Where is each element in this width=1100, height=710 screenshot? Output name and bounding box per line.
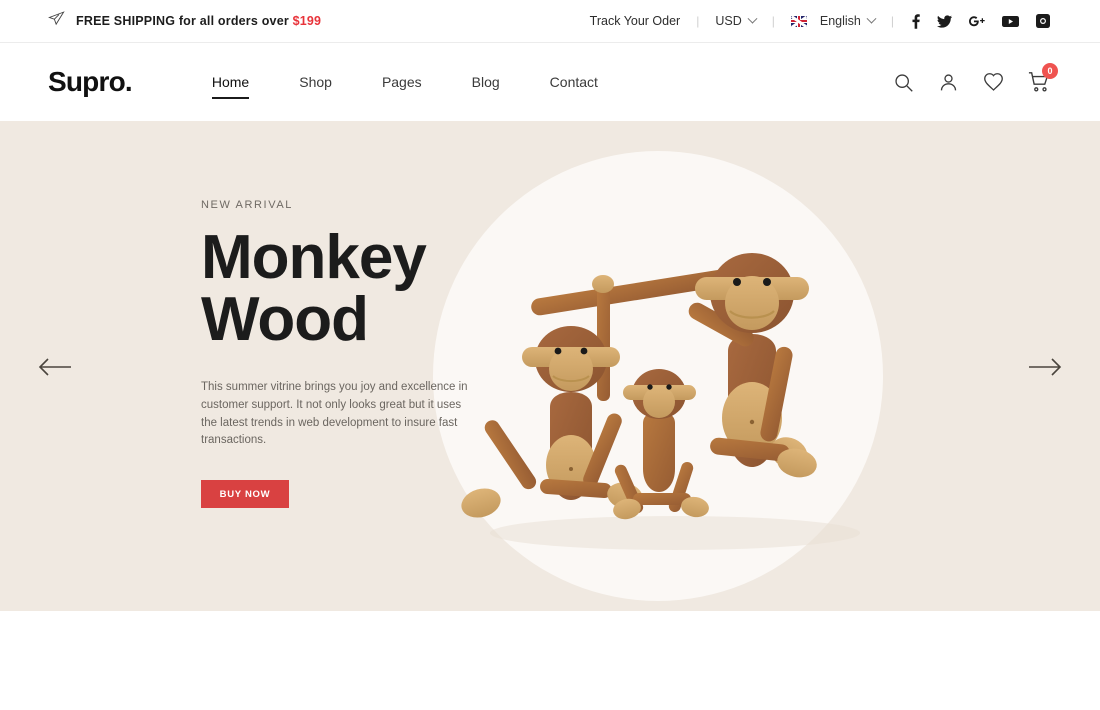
social-links xyxy=(912,13,1050,29)
separator-2: | xyxy=(771,14,775,28)
page-title: Monkey Wood xyxy=(201,227,476,351)
main-header: Supro. Home Shop Pages Blog Contact 0 xyxy=(0,43,1100,121)
shipping-label: FREE SHIPPING for all orders over xyxy=(76,14,293,28)
uk-flag-icon xyxy=(790,15,807,27)
hero-eyebrow: NEW ARRIVAL xyxy=(201,199,293,211)
arrow-left-icon[interactable] xyxy=(38,356,72,381)
hero-product-image xyxy=(445,181,885,586)
language-label: English xyxy=(819,14,861,28)
language-selector[interactable]: English xyxy=(790,13,877,28)
shipping-amount: $199 xyxy=(292,14,322,28)
youtube-icon[interactable] xyxy=(1002,15,1019,28)
site-logo[interactable]: Supro. xyxy=(48,66,133,98)
separator-1: | xyxy=(696,14,700,28)
currency-selector[interactable]: USD xyxy=(715,13,758,28)
cart-icon[interactable]: 0 xyxy=(1028,63,1058,93)
hero-title-line1: Monkey xyxy=(201,223,427,292)
hero-text-block: NEW ARRIVAL Monkey Wood This summer vitr… xyxy=(201,199,476,509)
buy-now-button[interactable]: BUY NOW xyxy=(201,480,289,509)
hero-banner: NEW ARRIVAL Monkey Wood This summer vitr… xyxy=(0,121,1100,611)
nav-item-blog[interactable]: Blog xyxy=(447,74,525,90)
nav-item-home[interactable]: Home xyxy=(187,74,274,99)
shipping-text: FREE SHIPPING for all orders over $199 xyxy=(76,14,321,28)
facebook-icon[interactable] xyxy=(912,13,920,29)
google-plus-icon[interactable] xyxy=(969,15,985,28)
track-order-link[interactable]: Track Your Oder xyxy=(590,14,681,28)
separator-3: | xyxy=(890,14,894,28)
main-navigation: Home Shop Pages Blog Contact xyxy=(187,74,623,99)
page-body-below-hero xyxy=(0,611,1100,710)
hero-title-line2: Wood xyxy=(201,285,369,354)
header-icon-group: 0 xyxy=(893,63,1058,93)
top-announcement-bar: FREE SHIPPING for all orders over $199 T… xyxy=(0,0,1100,43)
currency-label: USD xyxy=(715,14,742,28)
heart-icon[interactable] xyxy=(983,72,1004,93)
nav-item-pages[interactable]: Pages xyxy=(357,74,447,90)
twitter-icon[interactable] xyxy=(937,14,952,28)
instagram-icon[interactable] xyxy=(1036,14,1050,28)
search-icon[interactable] xyxy=(893,72,914,93)
arrow-right-icon[interactable] xyxy=(1028,356,1062,381)
shipping-announcement: FREE SHIPPING for all orders over $199 xyxy=(48,10,321,32)
cart-count-badge: 0 xyxy=(1042,63,1058,79)
topbar-right-group: Track Your Oder | USD | English | xyxy=(590,13,1050,29)
hero-description: This summer vitrine brings you joy and e… xyxy=(201,381,468,447)
nav-item-contact[interactable]: Contact xyxy=(525,74,623,90)
paper-plane-icon xyxy=(48,10,65,32)
nav-item-shop[interactable]: Shop xyxy=(274,74,357,90)
user-icon[interactable] xyxy=(938,72,959,93)
